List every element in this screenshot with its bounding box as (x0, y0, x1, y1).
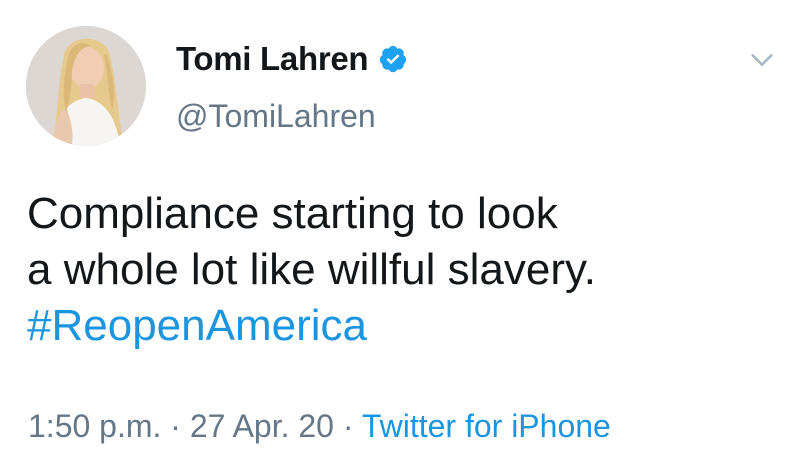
chevron-down-icon (751, 54, 773, 66)
display-name[interactable]: Tomi Lahren (176, 40, 369, 78)
tweet-menu-button[interactable] (748, 46, 776, 74)
tweet-text: Compliance starting to look a whole lot … (27, 186, 787, 354)
tweet-time[interactable]: 1:50 p.m. (28, 408, 161, 444)
hashtag-link[interactable]: #ReopenAmerica (27, 298, 787, 354)
user-handle[interactable]: @TomiLahren (176, 98, 376, 135)
meta-separator: · (342, 408, 354, 444)
tweet-source-link[interactable]: Twitter for iPhone (362, 408, 611, 444)
author-header: Tomi Lahren (176, 40, 408, 78)
tweet-card: Tomi Lahren @TomiLahren Compliance start… (0, 0, 800, 476)
verified-badge-icon (380, 45, 407, 73)
tweet-metadata: 1:50 p.m. · 27 Apr. 20 · Twitter for iPh… (28, 408, 611, 445)
avatar-image (26, 26, 146, 146)
tweet-text-line: Compliance starting to look (27, 189, 558, 238)
avatar[interactable] (26, 26, 146, 146)
tweet-date[interactable]: 27 Apr. 20 (190, 408, 334, 444)
tweet-text-line: a whole lot like willful slavery. (27, 245, 596, 294)
meta-separator: · (170, 408, 181, 444)
